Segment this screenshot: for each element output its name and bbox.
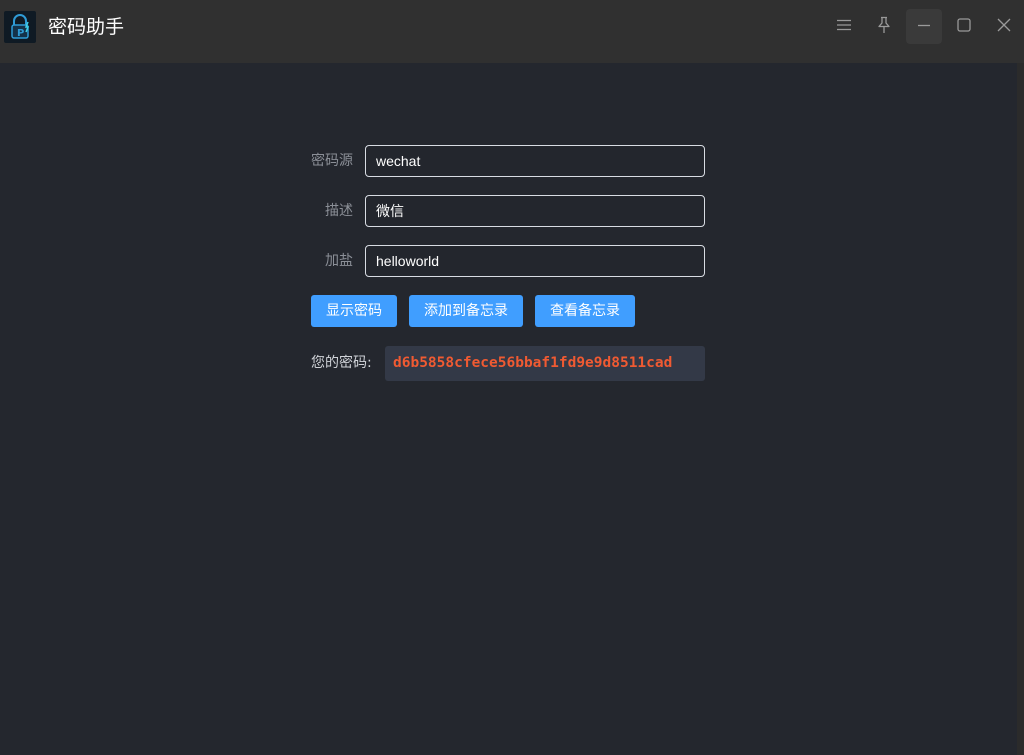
minimize-icon <box>916 17 932 37</box>
lock-p-icon: P <box>4 11 36 43</box>
view-memo-button[interactable]: 查看备忘录 <box>535 295 635 327</box>
password-result-value: d6b5858cfece56bbaf1fd9e9d8511cad <box>393 355 673 371</box>
menu-icon <box>836 17 852 37</box>
salt-input[interactable]: helloworld <box>365 245 705 277</box>
svg-text:P: P <box>17 28 24 39</box>
pin-icon <box>876 16 892 38</box>
maximize-button[interactable] <box>946 9 982 44</box>
minimize-button[interactable] <box>906 9 942 44</box>
description-label: 描述 <box>325 203 353 219</box>
source-label: 密码源 <box>311 153 353 169</box>
password-result-box[interactable]: d6b5858cfece56bbaf1fd9e9d8511cad <box>385 346 705 381</box>
window-edge <box>1017 63 1024 755</box>
close-button[interactable] <box>986 9 1022 44</box>
pin-button[interactable] <box>866 9 902 44</box>
show-password-button[interactable]: 显示密码 <box>311 295 397 327</box>
maximize-icon <box>956 17 972 37</box>
description-input[interactable]: 微信 <box>365 195 705 227</box>
close-icon <box>996 17 1012 37</box>
password-result-label: 您的密码: <box>311 355 372 371</box>
app-title: 密码助手 <box>48 16 125 38</box>
menu-button[interactable] <box>826 9 862 44</box>
add-to-memo-button[interactable]: 添加到备忘录 <box>409 295 523 327</box>
title-bar: P 密码助手 <box>0 0 1024 63</box>
salt-label: 加盐 <box>325 253 353 269</box>
source-input[interactable]: wechat <box>365 145 705 177</box>
